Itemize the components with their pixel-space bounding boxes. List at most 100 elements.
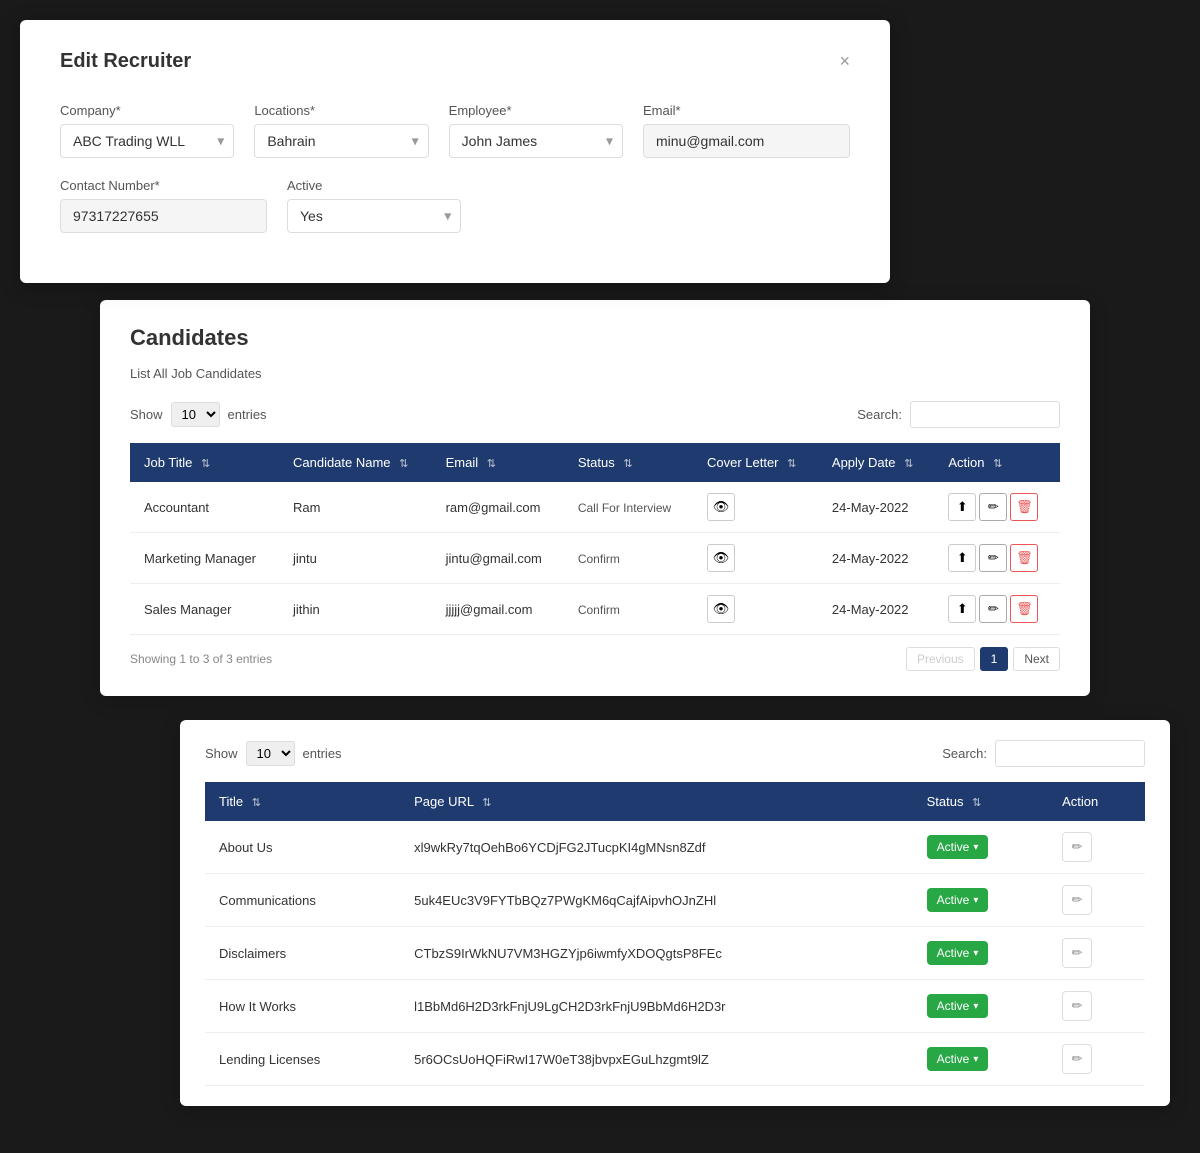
view-cover-letter-button[interactable]: 👁 <box>707 595 735 623</box>
th-apply-date[interactable]: Apply Date ⇅ <box>818 443 934 482</box>
entries-label: entries <box>228 407 267 422</box>
view-cover-letter-button[interactable]: 👁 <box>707 493 735 521</box>
pencil-icon: ✏ <box>988 601 999 617</box>
sort-status-icon: ⇅ <box>623 457 632 470</box>
modal-close-button[interactable]: × <box>839 51 850 72</box>
pages-search-input[interactable] <box>995 740 1145 767</box>
sort-action-icon: ⇅ <box>993 457 1002 470</box>
view-button[interactable]: ⬆ <box>948 595 976 623</box>
email-cell: jjjjj@gmail.com <box>432 584 564 635</box>
action-buttons: ⬆ ✏ 🗑 <box>948 595 1046 623</box>
active-status-button[interactable]: Active ▾ <box>927 1047 989 1071</box>
locations-select-wrapper: Bahrain <box>254 124 428 158</box>
active-status-button[interactable]: Active ▾ <box>927 994 989 1018</box>
page-status-cell: Active ▾ <box>913 1033 1048 1086</box>
th-page-status[interactable]: Status ⇅ <box>913 782 1048 821</box>
active-status-button[interactable]: Active ▾ <box>927 888 989 912</box>
show-entries-control: Show 10 25 50 entries <box>130 402 267 427</box>
delete-button[interactable]: 🗑 <box>1010 595 1038 623</box>
candidates-search-input[interactable] <box>910 401 1060 428</box>
page-edit-button[interactable]: ✏ <box>1062 885 1092 915</box>
employee-select[interactable]: John James <box>449 124 623 158</box>
active-select[interactable]: Yes <box>287 199 461 233</box>
candidates-search-box: Search: <box>857 401 1060 428</box>
pages-entries-select[interactable]: 10 25 50 <box>246 741 295 766</box>
th-email[interactable]: Email ⇅ <box>432 443 564 482</box>
page-title-cell: Lending Licenses <box>205 1033 400 1086</box>
cover-letter-cell: 👁 <box>693 584 818 635</box>
edit-button[interactable]: ✏ <box>979 493 1007 521</box>
pages-table-controls: Show 10 25 50 entries Search: <box>205 740 1145 767</box>
th-title[interactable]: Title ⇅ <box>205 782 400 821</box>
view-button[interactable]: ⬆ <box>948 493 976 521</box>
modal-title: Edit Recruiter <box>60 50 191 73</box>
company-label: Company* <box>60 103 234 118</box>
pages-search-label: Search: <box>942 746 987 761</box>
sort-page-status-icon: ⇅ <box>972 796 981 809</box>
th-page-action[interactable]: Action <box>1048 782 1145 821</box>
active-status-button[interactable]: Active ▾ <box>927 835 989 859</box>
chevron-down-icon: ▾ <box>973 948 978 959</box>
pages-entries-label: entries <box>303 746 342 761</box>
page-url-cell: CTbzS9IrWkNU7VM3HGZYjp6iwmfyXDOQgtsP8FEc <box>400 927 913 980</box>
page-edit-button[interactable]: ✏ <box>1062 832 1092 862</box>
th-candidate-name[interactable]: Candidate Name ⇅ <box>279 443 432 482</box>
sort-job-title-icon: ⇅ <box>201 457 210 470</box>
th-action[interactable]: Action ⇅ <box>934 443 1060 482</box>
view-cover-letter-button[interactable]: 👁 <box>707 544 735 572</box>
active-status-button[interactable]: Active ▾ <box>927 941 989 965</box>
company-field-group: Company* ABC Trading WLL <box>60 103 234 158</box>
candidates-table-footer: Showing 1 to 3 of 3 entries Previous 1 N… <box>130 647 1060 671</box>
spacer-2 <box>676 178 850 233</box>
pages-show-label: Show <box>205 746 238 761</box>
form-row-1: Company* ABC Trading WLL Locations* Bahr… <box>60 103 850 158</box>
th-status[interactable]: Status ⇅ <box>564 443 693 482</box>
action-buttons: ⬆ ✏ 🗑 <box>948 544 1046 572</box>
page-status-cell: Active ▾ <box>913 821 1048 874</box>
candidates-table-controls: Show 10 25 50 entries Search: <box>130 401 1060 428</box>
list-item: About Us xl9wkRy7tqOehBo6YCDjFG2JTucpKI4… <box>205 821 1145 874</box>
cover-letter-cell: 👁 <box>693 482 818 533</box>
page-url-cell: 5uk4EUc3V9FYTbBQz7PWgKM6qCajfAipvhOJnZHl <box>400 874 913 927</box>
delete-button[interactable]: 🗑 <box>1010 493 1038 521</box>
prev-page-button[interactable]: Previous <box>906 647 975 671</box>
next-page-button[interactable]: Next <box>1013 647 1060 671</box>
th-cover-letter[interactable]: Cover Letter ⇅ <box>693 443 818 482</box>
locations-field-group: Locations* Bahrain <box>254 103 428 158</box>
active-field-group: Active Yes <box>287 178 461 233</box>
page-action-cell: ✏ <box>1048 821 1145 874</box>
candidate-name-cell: jintu <box>279 533 432 584</box>
action-cell: ⬆ ✏ 🗑 <box>934 533 1060 584</box>
spacer-1 <box>481 178 655 233</box>
list-subtitle: List All Job Candidates <box>130 366 1060 381</box>
employee-select-wrapper: John James <box>449 124 623 158</box>
pages-show-entries: Show 10 25 50 entries <box>205 741 342 766</box>
view-button[interactable]: ⬆ <box>948 544 976 572</box>
email-field-group: Email* <box>643 103 850 158</box>
candidates-table-body: Accountant Ram ram@gmail.com Call For In… <box>130 482 1060 635</box>
page-title-cell: Disclaimers <box>205 927 400 980</box>
upload-icon: ⬆ <box>957 550 968 566</box>
email-label: Email* <box>643 103 850 118</box>
pencil-icon: ✏ <box>1072 1051 1083 1067</box>
edit-button[interactable]: ✏ <box>979 595 1007 623</box>
pages-panel: Show 10 25 50 entries Search: Title ⇅ <box>180 720 1170 1106</box>
delete-button[interactable]: 🗑 <box>1010 544 1038 572</box>
edit-button[interactable]: ✏ <box>979 544 1007 572</box>
page-edit-button[interactable]: ✏ <box>1062 1044 1092 1074</box>
company-select[interactable]: ABC Trading WLL <box>60 124 234 158</box>
form-row-2: Contact Number* Active Yes <box>60 178 850 233</box>
locations-select[interactable]: Bahrain <box>254 124 428 158</box>
page-1-button[interactable]: 1 <box>980 647 1009 671</box>
entries-select[interactable]: 10 25 50 <box>171 402 220 427</box>
th-job-title[interactable]: Job Title ⇅ <box>130 443 279 482</box>
th-page-url[interactable]: Page URL ⇅ <box>400 782 913 821</box>
pencil-icon: ✏ <box>1072 998 1083 1014</box>
locations-label: Locations* <box>254 103 428 118</box>
candidate-name-cell: jithin <box>279 584 432 635</box>
page-edit-button[interactable]: ✏ <box>1062 938 1092 968</box>
page-edit-button[interactable]: ✏ <box>1062 991 1092 1021</box>
page-action-cell: ✏ <box>1048 927 1145 980</box>
email-cell: jintu@gmail.com <box>432 533 564 584</box>
status-cell: Confirm <box>564 584 693 635</box>
